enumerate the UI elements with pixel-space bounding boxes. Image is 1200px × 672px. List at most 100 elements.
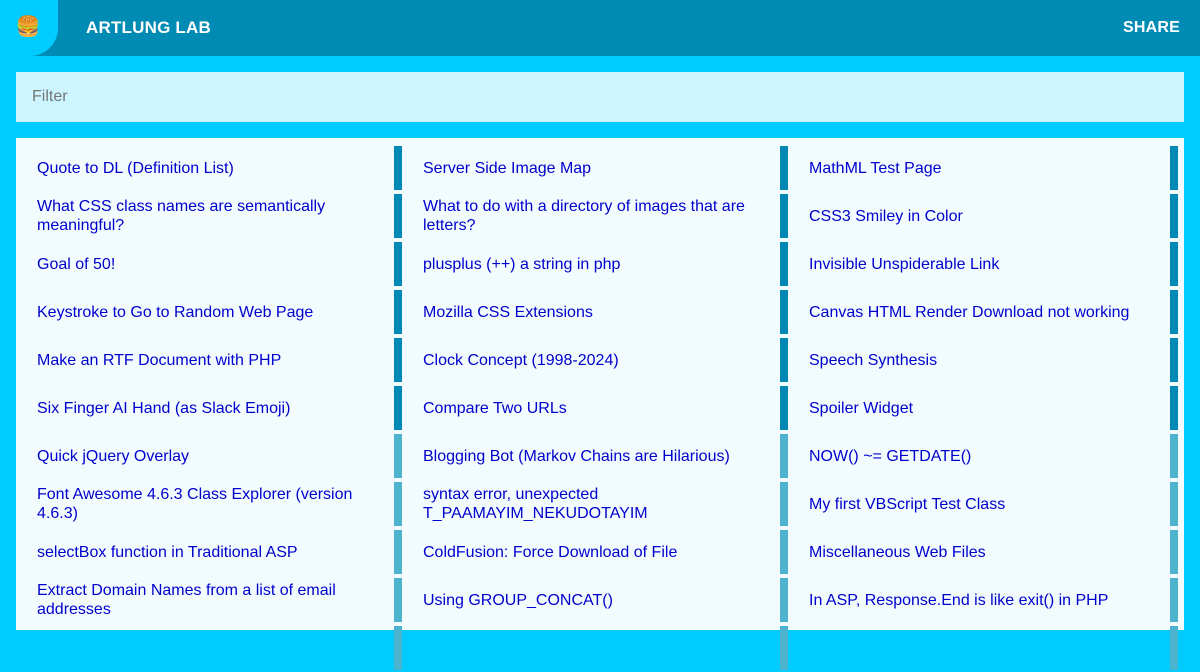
list-item xyxy=(16,624,402,672)
list-item-link[interactable]: Canvas HTML Render Download not working xyxy=(809,303,1129,322)
divider xyxy=(1170,194,1178,238)
list-item-link[interactable]: Server Side Image Map xyxy=(423,159,591,178)
divider xyxy=(780,434,788,478)
divider xyxy=(394,434,402,478)
list-item: Blogging Bot (Markov Chains are Hilariou… xyxy=(402,432,788,480)
list-item-link[interactable]: NOW() ~= GETDATE() xyxy=(809,447,971,466)
divider xyxy=(394,386,402,430)
divider xyxy=(394,626,402,670)
divider xyxy=(394,146,402,190)
divider xyxy=(780,530,788,574)
divider xyxy=(394,338,402,382)
divider xyxy=(780,194,788,238)
list-item-link[interactable]: Invisible Unspiderable Link xyxy=(809,255,999,274)
divider xyxy=(394,530,402,574)
list-item: selectBox function in Traditional ASP xyxy=(16,528,402,576)
list-item-link[interactable]: Speech Synthesis xyxy=(809,351,937,370)
list-item-link[interactable]: Goal of 50! xyxy=(37,255,115,274)
list-item-link[interactable]: Extract Domain Names from a list of emai… xyxy=(37,581,374,619)
list-item: Compare Two URLs xyxy=(402,384,788,432)
top-bar: 🍔 ARTLUNG LAB SHARE xyxy=(0,0,1200,56)
menu-button[interactable]: 🍔 xyxy=(0,0,58,56)
list-item-link[interactable]: What to do with a directory of images th… xyxy=(423,197,760,235)
divider xyxy=(1170,482,1178,526)
list-item-link[interactable]: Miscellaneous Web Files xyxy=(809,543,986,562)
divider xyxy=(1170,626,1178,670)
divider xyxy=(780,482,788,526)
list-item-link[interactable]: Font Awesome 4.6.3 Class Explorer (versi… xyxy=(37,485,374,523)
list-item-link[interactable]: Keystroke to Go to Random Web Page xyxy=(37,303,313,322)
divider xyxy=(780,290,788,334)
divider xyxy=(780,626,788,670)
divider xyxy=(1170,530,1178,574)
divider xyxy=(1170,434,1178,478)
divider xyxy=(394,242,402,286)
list-item-link[interactable]: Make an RTF Document with PHP xyxy=(37,351,281,370)
list-item: Invisible Unspiderable Link xyxy=(788,240,1184,288)
list-item: Extract Domain Names from a list of emai… xyxy=(16,576,402,624)
divider xyxy=(780,386,788,430)
divider xyxy=(1170,146,1178,190)
divider xyxy=(394,578,402,622)
list-item: ColdFusion: Force Download of File xyxy=(402,528,788,576)
divider xyxy=(1170,290,1178,334)
list-item-link[interactable]: plusplus (++) a string in php xyxy=(423,255,620,274)
list-item: Make an RTF Document with PHP xyxy=(16,336,402,384)
list-item: syntax error, unexpected T_PAAMAYIM_NEKU… xyxy=(402,480,788,528)
divider xyxy=(394,290,402,334)
divider xyxy=(394,482,402,526)
list-item-link[interactable]: Blogging Bot (Markov Chains are Hilariou… xyxy=(423,447,730,466)
list-item: Clock Concept (1998-2024) xyxy=(402,336,788,384)
share-button[interactable]: SHARE xyxy=(1123,0,1180,56)
filter-bar xyxy=(0,56,1200,138)
divider xyxy=(1170,242,1178,286)
list-item xyxy=(402,624,788,672)
list-item-link[interactable]: ColdFusion: Force Download of File xyxy=(423,543,677,562)
list-item: Goal of 50! xyxy=(16,240,402,288)
list-item: My first VBScript Test Class xyxy=(788,480,1184,528)
list-item-link[interactable]: Six Finger AI Hand (as Slack Emoji) xyxy=(37,399,290,418)
list-item: Canvas HTML Render Download not working xyxy=(788,288,1184,336)
list-item: Miscellaneous Web Files xyxy=(788,528,1184,576)
site-title[interactable]: ARTLUNG LAB xyxy=(86,0,211,56)
hamburger-icon: 🍔 xyxy=(15,16,41,38)
list-item: CSS3 Smiley in Color xyxy=(788,192,1184,240)
divider xyxy=(780,578,788,622)
list-item-link[interactable]: Quick jQuery Overlay xyxy=(37,447,189,466)
list-item-link[interactable]: Compare Two URLs xyxy=(423,399,567,418)
list-item-link[interactable]: Spoiler Widget xyxy=(809,399,913,418)
filter-input[interactable] xyxy=(16,72,1184,122)
list-item-link[interactable]: CSS3 Smiley in Color xyxy=(809,207,963,226)
list-item: Six Finger AI Hand (as Slack Emoji) xyxy=(16,384,402,432)
list-item: Font Awesome 4.6.3 Class Explorer (versi… xyxy=(16,480,402,528)
list-item: Speech Synthesis xyxy=(788,336,1184,384)
list-item xyxy=(788,624,1184,672)
list-item: Spoiler Widget xyxy=(788,384,1184,432)
list-item: NOW() ~= GETDATE() xyxy=(788,432,1184,480)
list-item-link[interactable]: Quote to DL (Definition List) xyxy=(37,159,234,178)
divider xyxy=(394,194,402,238)
divider xyxy=(1170,578,1178,622)
list-item: Quick jQuery Overlay xyxy=(16,432,402,480)
divider xyxy=(780,146,788,190)
list-item-link[interactable]: Clock Concept (1998-2024) xyxy=(423,351,619,370)
list-item: Mozilla CSS Extensions xyxy=(402,288,788,336)
list-item-link[interactable]: Mozilla CSS Extensions xyxy=(423,303,593,322)
list-item: MathML Test Page xyxy=(788,144,1184,192)
divider xyxy=(1170,386,1178,430)
divider xyxy=(780,242,788,286)
link-grid: Quote to DL (Definition List) Server Sid… xyxy=(16,138,1184,670)
list-item-link[interactable]: Using GROUP_CONCAT() xyxy=(423,591,613,610)
list-item-link[interactable]: MathML Test Page xyxy=(809,159,942,178)
list-item-link[interactable]: What CSS class names are semantically me… xyxy=(37,197,374,235)
list-item: Using GROUP_CONCAT() xyxy=(402,576,788,624)
list-item-link[interactable]: My first VBScript Test Class xyxy=(809,495,1005,514)
list-item: What to do with a directory of images th… xyxy=(402,192,788,240)
list-item-link[interactable]: syntax error, unexpected T_PAAMAYIM_NEKU… xyxy=(423,485,760,523)
list-item-link[interactable]: In ASP, Response.End is like exit() in P… xyxy=(809,591,1108,610)
list-item-link[interactable]: selectBox function in Traditional ASP xyxy=(37,543,298,562)
list-item: plusplus (++) a string in php xyxy=(402,240,788,288)
divider xyxy=(780,338,788,382)
list-item: In ASP, Response.End is like exit() in P… xyxy=(788,576,1184,624)
divider xyxy=(1170,338,1178,382)
